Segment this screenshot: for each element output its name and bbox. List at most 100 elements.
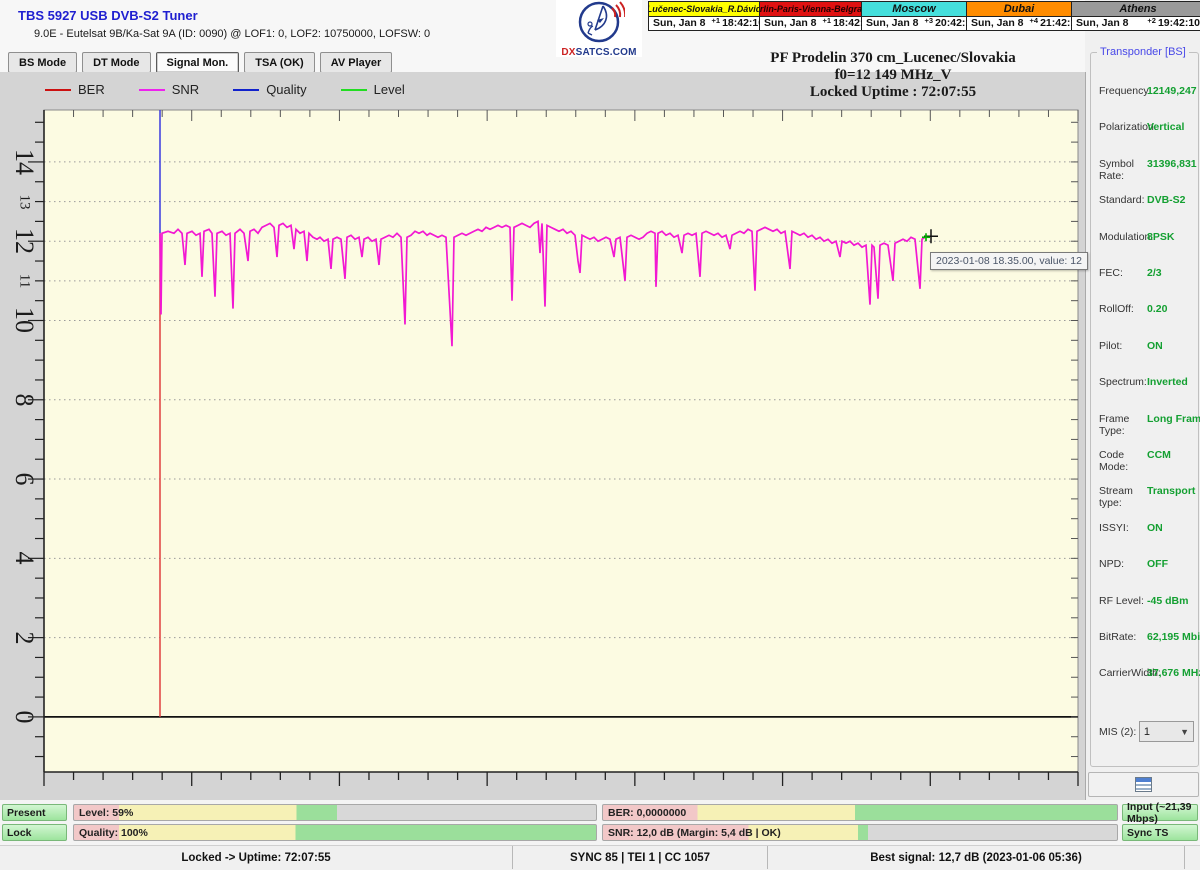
- quality-meter: Quality: 100%: [73, 824, 597, 841]
- tab-signal-mon[interactable]: Signal Mon.: [156, 52, 240, 73]
- clock-time: Sun, Jan 8+118:42:10: [760, 17, 861, 31]
- clock-time: Sun, Jan 8+118:42:10: [649, 17, 759, 31]
- transponder-row-carrierwidth: CarrierWidth:37,676 MHz: [1099, 667, 1194, 679]
- transponder-label: Symbol Rate:: [1099, 158, 1147, 182]
- cursor-tooltip: 2023-01-08 18.35.00, value: 12: [930, 252, 1088, 270]
- transponder-label: FEC:: [1099, 267, 1147, 279]
- transponder-groupbox: Transponder [BS] Frequency:12149,247 MHz…: [1090, 52, 1199, 767]
- transponder-row-npd: NPD:OFF: [1099, 558, 1194, 570]
- transponder-row-spectrum: Spectrum:Inverted: [1099, 376, 1194, 388]
- app-title: TBS 5927 USB DVB-S2 Tuner: [18, 8, 198, 23]
- signal-monitors: Present Level: 59% BER: 0,0000000 Input …: [0, 800, 1200, 845]
- transponder-sidebar: Transponder [BS] Frequency:12149,247 MHz…: [1086, 32, 1200, 800]
- transponder-label: Frequency:: [1099, 85, 1147, 97]
- transponder-value: ON: [1147, 522, 1163, 534]
- present-badge: Present: [2, 804, 67, 821]
- clock-lu-enec-slovakia-r-d-vid: Lučenec-Slovakia_R.DávidSun, Jan 8+118:4…: [648, 1, 760, 31]
- signal-chart-panel: BERSNRQualityLevel 2023-01-08 18.35.00, …: [0, 72, 1086, 800]
- transponder-row-pilot: Pilot:ON: [1099, 340, 1194, 352]
- snr-meter-label: SNR: 12,0 dB (Margin: 5,4 dB | OK): [603, 827, 781, 839]
- mis-value: 1: [1144, 726, 1150, 738]
- transponder-value: DVB-S2: [1147, 194, 1186, 206]
- transport-stream-button[interactable]: [1088, 772, 1199, 797]
- y-axis-label-0: 0: [9, 710, 39, 723]
- transponder-label: RollOff:: [1099, 303, 1147, 315]
- mis-select[interactable]: 1 ▼: [1139, 721, 1194, 742]
- transponder-value: 0.20: [1147, 303, 1167, 315]
- transponder-label: NPD:: [1099, 558, 1147, 570]
- transponder-label: Code Mode:: [1099, 449, 1147, 473]
- y-axis-label-6: 6: [9, 473, 39, 486]
- chart-title: PF Prodelin 370 cm_Lucenec/Slovakia: [698, 50, 1088, 67]
- y-axis-label-4: 4: [9, 552, 39, 565]
- ber-meter: BER: 0,0000000: [602, 804, 1118, 821]
- clock-city-label: Dubai: [967, 2, 1071, 17]
- transponder-label: CarrierWidth:: [1099, 667, 1147, 679]
- chart-frequency: f0=12 149 MHz_V: [698, 67, 1088, 84]
- transponder-value: Vertical: [1147, 121, 1184, 133]
- status-uptime: Locked -> Uptime: 72:07:55: [0, 846, 513, 869]
- chevron-down-icon: ▼: [1180, 727, 1189, 737]
- transponder-value: -45 dBm: [1147, 595, 1188, 607]
- transponder-value: 2/3: [1147, 267, 1162, 279]
- transponder-value: 62,195 Mbit/s: [1147, 631, 1200, 643]
- transponder-label: Polarization:: [1099, 121, 1147, 133]
- status-sync-counters: SYNC 85 | TEI 1 | CC 1057: [513, 846, 768, 869]
- satellite-dish-logo-icon: [573, 0, 625, 44]
- transponder-row-fec: FEC:2/3: [1099, 267, 1194, 279]
- clock-city-label: Berlin-Paris-Vienna-Belgrade: [760, 2, 861, 17]
- transponder-value: 8PSK: [1147, 231, 1174, 243]
- logo-text: DXSATCS.COM: [556, 47, 642, 58]
- clock-dubai: DubaiSun, Jan 8+421:42:10: [967, 1, 1072, 31]
- clock-time: Sun, Jan 8+219:42:10: [1072, 17, 1200, 31]
- transponder-value: 37,676 MHz: [1147, 667, 1200, 679]
- transponder-row-codemode: Code Mode:CCM: [1099, 449, 1194, 473]
- mode-tabs: BS ModeDT Mode Signal Mon.TSA (OK) AV Play…: [8, 52, 392, 73]
- input-badge: Input (~21,39 Mbps): [1122, 804, 1198, 821]
- transponder-row-rolloff: RollOff:0.20: [1099, 303, 1194, 315]
- snr-meter: SNR: 12,0 dB (Margin: 5,4 dB | OK): [602, 824, 1118, 841]
- clock-city-label: Moscow: [862, 2, 966, 17]
- status-bar: Locked -> Uptime: 72:07:55 SYNC 85 | TEI…: [0, 845, 1200, 869]
- transponder-value: 12149,247 MHz: [1147, 85, 1200, 97]
- transponder-value: OFF: [1147, 558, 1168, 570]
- tab-dt-mode[interactable]: DT Mode: [82, 52, 150, 73]
- y-axis-label-8: 8: [9, 393, 39, 406]
- tab-tsa-ok[interactable]: TSA (OK): [244, 52, 314, 73]
- clock-city-label: Lučenec-Slovakia_R.Dávid: [649, 2, 759, 17]
- snr-chart[interactable]: [0, 72, 1085, 800]
- ber-meter-label: BER: 0,0000000: [603, 807, 686, 819]
- chart-heading: PF Prodelin 370 cm_Lucenec/Slovakia f0=1…: [698, 50, 1088, 101]
- transponder-label: ISSYI:: [1099, 522, 1147, 534]
- lock-badge: Lock: [2, 824, 67, 841]
- transponder-value: 31396,831 KS/s: [1147, 158, 1200, 182]
- stream-list-icon: [1135, 777, 1152, 792]
- satellite-subtitle: 9.0E - Eutelsat 9B/Ka-Sat 9A (ID: 0090) …: [34, 28, 430, 40]
- transponder-label: Standard:: [1099, 194, 1147, 206]
- transponder-row-issyi: ISSYI:ON: [1099, 522, 1194, 534]
- transponder-label: Spectrum:: [1099, 376, 1147, 388]
- transponder-row-modulation: Modulation:8PSK: [1099, 231, 1194, 243]
- status-best-signal: Best signal: 12,7 dB (2023-01-06 05:36): [768, 846, 1185, 869]
- status-spacer: [1185, 846, 1200, 869]
- transponder-row-polarization: Polarization:Vertical: [1099, 121, 1194, 133]
- y-axis-label-13: 13: [16, 194, 33, 209]
- tab-av-player[interactable]: AV Player: [320, 52, 393, 73]
- clock-time: Sun, Jan 8+421:42:10: [967, 17, 1071, 31]
- dxsatcs-logo: DXSATCS.COM: [556, 0, 642, 57]
- transponder-value: CCM: [1147, 449, 1171, 473]
- transponder-value: Inverted: [1147, 376, 1188, 388]
- clock-moscow: MoscowSun, Jan 8+320:42:10: [862, 1, 967, 31]
- plot-area[interactable]: [44, 110, 1078, 772]
- clock-berlin-paris-vienna-belg: Berlin-Paris-Vienna-BelgradeSun, Jan 8+1…: [760, 1, 862, 31]
- y-axis-label-12: 12: [9, 228, 39, 254]
- transponder-value: Transport: [1147, 485, 1195, 509]
- transponder-row-bitrate: BitRate:62,195 Mbit/s: [1099, 631, 1194, 643]
- clock-time: Sun, Jan 8+320:42:10: [862, 17, 966, 31]
- transponder-label: Frame Type:: [1099, 413, 1147, 437]
- transponder-label: Modulation:: [1099, 231, 1147, 243]
- transponder-row-symbolrate: Symbol Rate:31396,831 KS/s: [1099, 158, 1194, 182]
- tab-bs-mode[interactable]: BS Mode: [8, 52, 77, 73]
- y-axis-label-11: 11: [16, 274, 33, 288]
- transponder-value: ON: [1147, 340, 1163, 352]
